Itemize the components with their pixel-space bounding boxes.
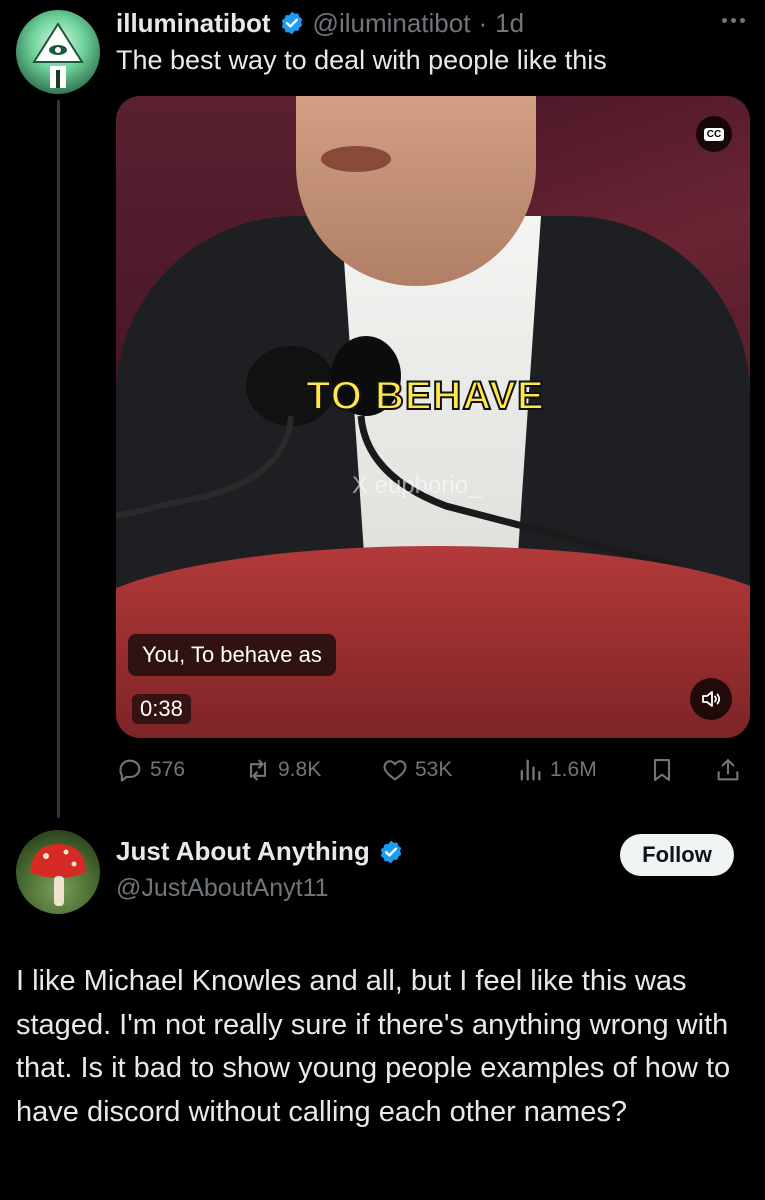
views-count: 1.6M <box>550 758 597 781</box>
cc-icon[interactable]: CC <box>696 116 732 152</box>
bookmark-icon <box>653 759 671 781</box>
repost-count: 9.8K <box>278 758 322 781</box>
video-subtitle: You, To behave as <box>128 634 336 676</box>
like-icon <box>383 760 407 781</box>
tweet-text: The best way to deal with people like th… <box>116 45 607 75</box>
reply-button[interactable]: 576 <box>116 756 185 784</box>
burned-caption: TO BEHAVE <box>305 373 545 419</box>
repost-icon <box>249 759 267 781</box>
author-name[interactable]: illuminatibot <box>116 8 271 39</box>
follow-button[interactable]: Follow <box>620 834 734 876</box>
reply-author-handle[interactable]: @JustAboutAnyt11 <box>116 874 329 903</box>
views-icon <box>520 759 541 781</box>
speaker-icon <box>702 691 721 707</box>
views-button[interactable]: 1.6M <box>516 756 597 784</box>
more-icon[interactable] <box>719 8 747 32</box>
action-bar: 576 9.8K 53K 1.6M <box>116 752 746 788</box>
mushroom-icon <box>30 844 86 906</box>
video-watermark: X euphorio_ <box>352 472 482 499</box>
bookmark-button[interactable] <box>648 756 676 784</box>
like-count: 53K <box>415 758 453 781</box>
repost-button[interactable]: 9.8K <box>244 756 321 784</box>
avatar[interactable] <box>16 10 100 94</box>
video-duration: 0:38 <box>132 694 191 724</box>
verified-icon <box>380 840 401 863</box>
video-player[interactable]: TO BEHAVE X euphorio_ CC You, To behave … <box>116 96 750 738</box>
verified-icon <box>281 11 302 35</box>
volume-icon[interactable] <box>690 678 732 720</box>
illuminati-eye-icon <box>32 22 84 88</box>
separator: · <box>478 7 488 38</box>
reply-icon <box>119 759 141 782</box>
like-button[interactable]: 53K <box>381 756 452 784</box>
timestamp[interactable]: 1d <box>495 8 524 39</box>
reply-count: 576 <box>150 758 186 781</box>
reply-header: Just About Anything <box>116 836 404 867</box>
cc-label: CC <box>703 127 725 141</box>
tweet-header: illuminatibot @iluminatibot · 1d <box>116 6 524 40</box>
avatar[interactable] <box>16 830 100 914</box>
share-icon <box>717 759 739 781</box>
thread-line <box>57 100 60 818</box>
reply-author-name[interactable]: Just About Anything <box>116 836 370 867</box>
share-button[interactable] <box>714 756 742 784</box>
reply-text: I like Michael Knowles and all, but I fe… <box>16 965 731 1128</box>
author-handle[interactable]: @iluminatibot <box>313 8 471 39</box>
